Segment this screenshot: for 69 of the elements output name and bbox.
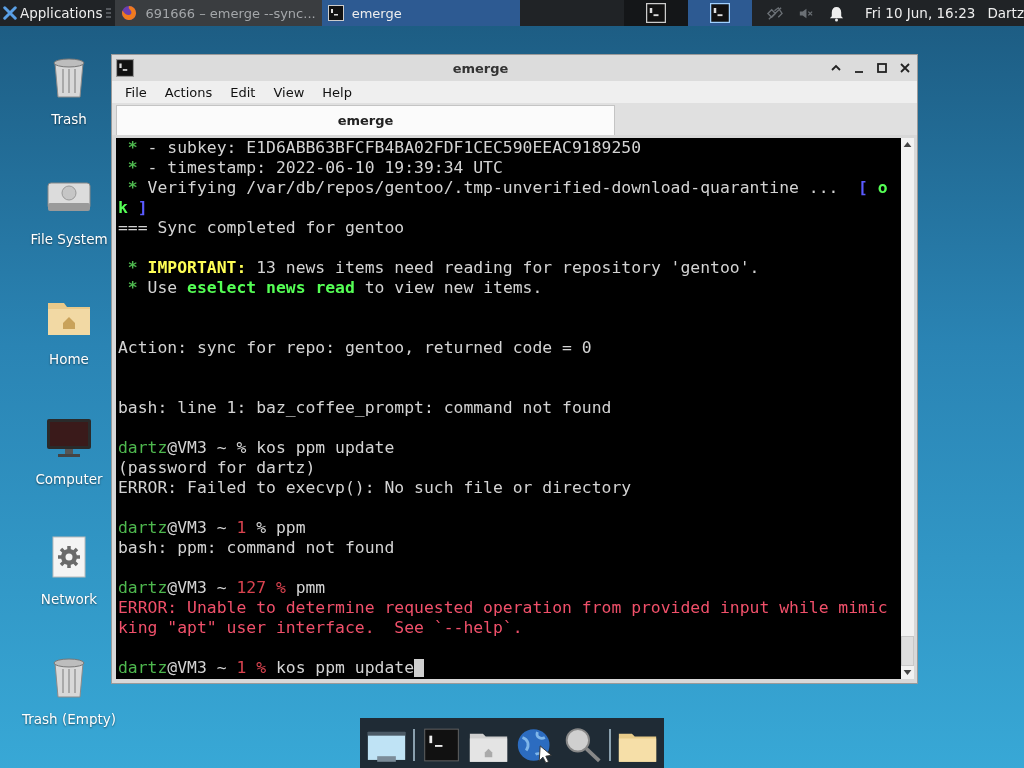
- terminal-text: @VM3 ~ % kos ppm update: [167, 438, 395, 457]
- handle-icon[interactable]: [106, 7, 112, 19]
- terminal-text: eselect news read: [187, 278, 355, 297]
- terminal-text: k: [118, 198, 128, 217]
- terminal-icon: [327, 5, 344, 21]
- terminal-text: @VM3 ~: [167, 518, 228, 537]
- terminal-text: bash: ppm: command not found: [118, 538, 395, 557]
- taskbar-button[interactable]: emerge: [321, 0, 520, 26]
- maximize-icon[interactable]: [876, 62, 888, 74]
- terminal-text: 1: [236, 518, 247, 537]
- menu-item[interactable]: View: [263, 84, 313, 100]
- terminal-text: % ppm: [255, 518, 306, 537]
- terminal-text: IMPORTANT:: [147, 258, 247, 277]
- scrollbar-thumb[interactable]: [901, 636, 914, 666]
- workspace-button[interactable]: [623, 0, 688, 26]
- tab[interactable]: emerge: [116, 105, 615, 135]
- terminal-text: (password for dartz): [118, 458, 316, 477]
- clock[interactable]: Fri 10 Jun, 16:23: [864, 5, 976, 21]
- terminal-text: *: [126, 158, 139, 177]
- menu-item[interactable]: Help: [312, 84, 360, 100]
- terminal-text: o: [877, 178, 888, 197]
- network-disconnected-icon[interactable]: [765, 4, 783, 22]
- window-title: emerge: [451, 60, 510, 76]
- terminal-text: ERROR: Failed to execvp(): No such file or directory: [118, 478, 632, 497]
- terminal-text: kos ppm update: [274, 658, 415, 677]
- workspace-button[interactable]: [687, 0, 752, 26]
- desktop-icon-label[interactable]: Trash: [51, 111, 87, 127]
- terminal-text: dartz: [118, 578, 168, 597]
- terminal-icon: [645, 3, 666, 23]
- terminal-text: *: [126, 178, 139, 197]
- terminal-text: Verifying /var/db/repos/gentoo/.tmp-unverified-download-quarantine ...: [147, 178, 840, 197]
- close-icon[interactable]: [899, 62, 911, 74]
- terminal-text: ERROR: Unable to determine requested operation from provided input while mimic: [118, 598, 888, 617]
- terminal-text: 127 %: [236, 578, 286, 597]
- menu-item[interactable]: Edit: [220, 84, 264, 100]
- terminal-text: Use: [147, 278, 179, 297]
- x-logo-icon: [3, 6, 17, 20]
- terminal-text: *: [126, 258, 139, 277]
- terminal-text: dartz: [118, 658, 168, 677]
- terminal-text: pmm: [294, 578, 326, 597]
- terminal-text: - subkey: E1D6ABB63BFCFB4BA02FDF1CEC590EEAC9189250: [147, 138, 641, 157]
- scrollbar[interactable]: [901, 138, 914, 679]
- user-name[interactable]: Dartz: [987, 5, 1024, 21]
- terminal-text: - timestamp: 2022-06-10 19:39:34 UTC: [147, 158, 503, 177]
- desktop-icon-label[interactable]: File System: [30, 231, 108, 247]
- terminal-icon: [116, 59, 134, 77]
- terminal-text: *: [126, 278, 139, 297]
- menu-item[interactable]: Actions: [154, 84, 221, 100]
- terminal-text: @VM3 ~: [167, 658, 228, 677]
- menu-item[interactable]: File: [115, 84, 155, 100]
- terminal-text: bash: line 1: baz_coffee_prompt: command not found: [118, 398, 612, 417]
- terminal-text: to view new items.: [363, 278, 543, 297]
- terminal-text: @VM3 ~: [167, 578, 228, 597]
- browser-icon: [121, 5, 138, 21]
- terminal-text: king "apt" user interface. See `--help`.: [118, 618, 523, 637]
- applications-menu[interactable]: Applications: [0, 0, 105, 26]
- terminal-text: 1 %: [236, 658, 267, 677]
- terminal-text: ]: [136, 198, 148, 217]
- terminal-text: dartz: [118, 518, 168, 537]
- terminal-text: === Sync completed for gentoo: [118, 218, 405, 237]
- terminal-text: Action: sync for repo: gentoo, returned code = 0: [118, 338, 592, 357]
- terminal-text: dartz: [118, 438, 168, 457]
- terminal-text: [: [858, 178, 869, 197]
- terminal-text: 13 news items need reading for repository 'gentoo'.: [255, 258, 760, 277]
- taskbar-button[interactable]: 691666 – emerge --sync...: [115, 0, 322, 26]
- terminal-text: *: [126, 138, 139, 157]
- desktop-icon-label[interactable]: Home: [49, 351, 89, 367]
- terminal-icon: [709, 3, 730, 23]
- desktop-icon-label[interactable]: Computer: [35, 471, 103, 487]
